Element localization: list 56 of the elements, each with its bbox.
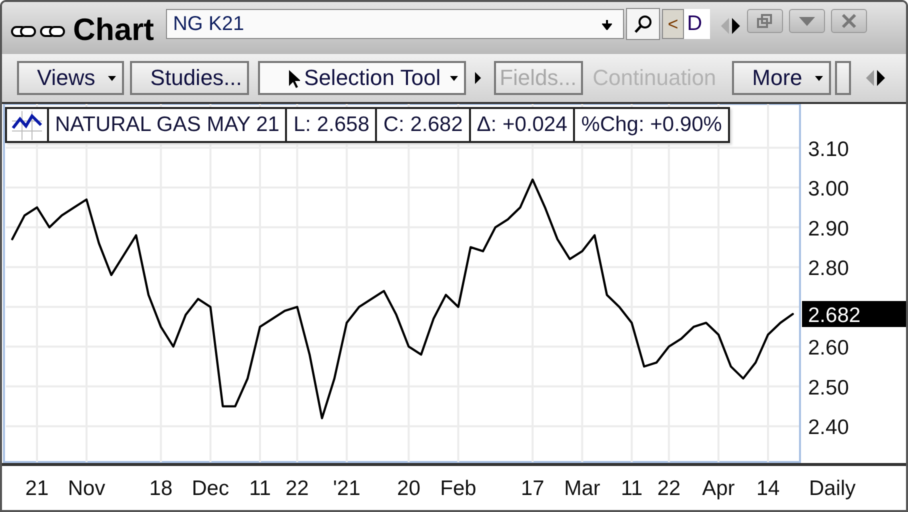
axis-label: 3.10 xyxy=(808,138,849,161)
axis-label: 3.00 xyxy=(808,178,849,201)
period-label: Daily xyxy=(809,477,856,500)
cursor-icon xyxy=(288,68,300,88)
restore-button[interactable] xyxy=(746,9,783,33)
axis-label: 21 xyxy=(25,477,49,500)
symbol-field[interactable]: NG K21 xyxy=(166,9,624,39)
minimize-button[interactable] xyxy=(788,9,825,33)
legend-text: Δ: +0.024 xyxy=(468,109,574,141)
caret-icon xyxy=(814,74,824,82)
history-button[interactable]: < xyxy=(662,9,684,39)
axis-label: '21 xyxy=(333,477,360,500)
toolbar-button[interactable]: Studies... xyxy=(130,61,250,95)
axis-label: 14 xyxy=(756,477,780,500)
caret-icon xyxy=(798,16,816,26)
close-button[interactable] xyxy=(830,9,867,33)
axis-label: 2.40 xyxy=(808,416,849,440)
window-title: Chart xyxy=(73,12,154,48)
toolbar-button[interactable] xyxy=(835,61,852,95)
last-price-tag: 2.682 xyxy=(802,301,906,328)
dropdown-button[interactable]: Views xyxy=(17,61,124,95)
selection-tool-dropdown[interactable]: Selection Tool xyxy=(258,61,466,95)
legend-text: L: 2.658 xyxy=(285,109,376,141)
caret-icon xyxy=(107,74,118,82)
axis-label: 22 xyxy=(657,477,681,500)
chart-type-icon[interactable] xyxy=(11,110,43,140)
axis-label: Apr xyxy=(702,477,735,500)
scroll-arrows-icon[interactable] xyxy=(865,69,886,87)
axis-label: 17 xyxy=(520,477,544,500)
axis-label: Dec xyxy=(192,477,230,500)
toolbar-button: Fields... xyxy=(494,61,583,95)
axis-label: 18 xyxy=(149,477,173,500)
scroll-arrows-icon[interactable] xyxy=(720,17,741,35)
axis-label: 2.80 xyxy=(808,257,849,280)
dropdown-button[interactable]: More xyxy=(732,61,832,95)
caret-icon xyxy=(448,74,459,82)
search-icon xyxy=(634,15,652,33)
legend-text: C: 2.682 xyxy=(375,109,469,141)
axis-label: Feb xyxy=(440,477,476,500)
axis-label: Mar xyxy=(564,477,600,500)
close-icon xyxy=(840,13,857,29)
axis-label: 2.60 xyxy=(808,336,849,360)
period-field[interactable]: D xyxy=(684,9,710,39)
dropdown-arrow-icon[interactable] xyxy=(602,19,612,30)
axis-label: 2.90 xyxy=(808,217,849,240)
search-button[interactable] xyxy=(626,8,660,40)
axis-label: 22 xyxy=(286,477,309,500)
axis-label: Nov xyxy=(68,477,106,500)
axis-label: 20 xyxy=(397,477,420,500)
restore-icon xyxy=(757,14,772,28)
axis-label: 11 xyxy=(249,477,271,500)
legend-title: NATURAL GAS MAY 21 xyxy=(47,109,286,141)
play-arrow-icon[interactable] xyxy=(474,71,482,85)
axis-label: 2.50 xyxy=(808,376,849,400)
legend-text: %Chg: +0.90% xyxy=(573,109,728,141)
axis-label: 11 xyxy=(620,477,643,500)
